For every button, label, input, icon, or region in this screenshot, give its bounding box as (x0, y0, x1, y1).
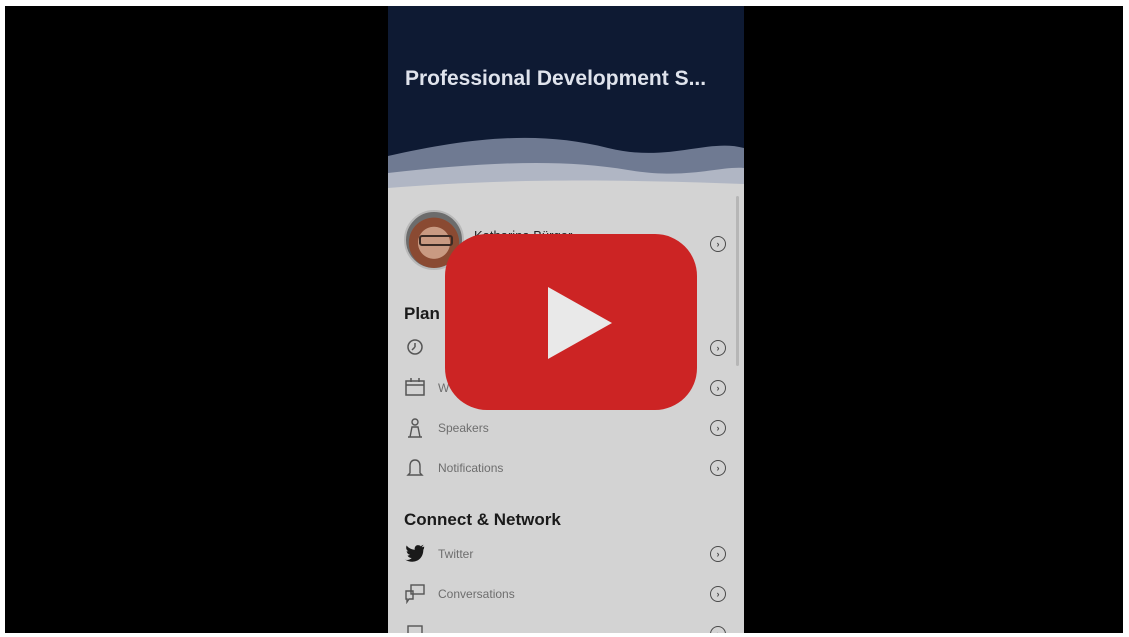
chevron-right-icon: › (710, 460, 726, 476)
chevron-right-icon: › (710, 586, 726, 602)
scrollbar[interactable] (736, 196, 739, 366)
square-icon (404, 624, 426, 633)
bell-icon (404, 458, 426, 480)
chevron-right-icon: › (710, 236, 726, 252)
section-title-plan: Plan (404, 304, 440, 323)
video-frame[interactable]: Professional Development S... Katharina … (5, 6, 1123, 633)
menu-label: Notifications (438, 461, 504, 475)
menu-item-conversations[interactable]: Conversations › (404, 582, 734, 608)
speaker-podium-icon (404, 418, 426, 440)
app-title: Professional Development S... (405, 67, 707, 90)
conversations-icon (404, 584, 426, 606)
section-title-connect: Connect & Network (404, 510, 561, 529)
play-icon (548, 287, 612, 359)
header-wave (388, 137, 744, 198)
chevron-right-icon: › (710, 420, 726, 436)
chevron-right-icon: › (710, 340, 726, 356)
menu-item-notifications[interactable]: Notifications › (404, 456, 734, 482)
menu-item-twitter[interactable]: Twitter › (404, 542, 734, 568)
clock-icon (404, 338, 426, 360)
menu-label: Conversations (438, 587, 515, 601)
menu-item-speakers[interactable]: Speakers › (404, 416, 734, 442)
chevron-right-icon: › (710, 626, 726, 633)
menu-item-partial[interactable]: › (404, 622, 734, 633)
menu-label: Speakers (438, 421, 489, 435)
play-button[interactable] (445, 234, 697, 410)
calendar-icon (404, 378, 426, 400)
avatar-glasses (419, 235, 453, 246)
chevron-right-icon: › (710, 380, 726, 396)
menu-label: Twitter (438, 547, 474, 561)
twitter-icon (404, 544, 426, 566)
chevron-right-icon: › (710, 546, 726, 562)
app-header: Professional Development S... (388, 6, 744, 198)
